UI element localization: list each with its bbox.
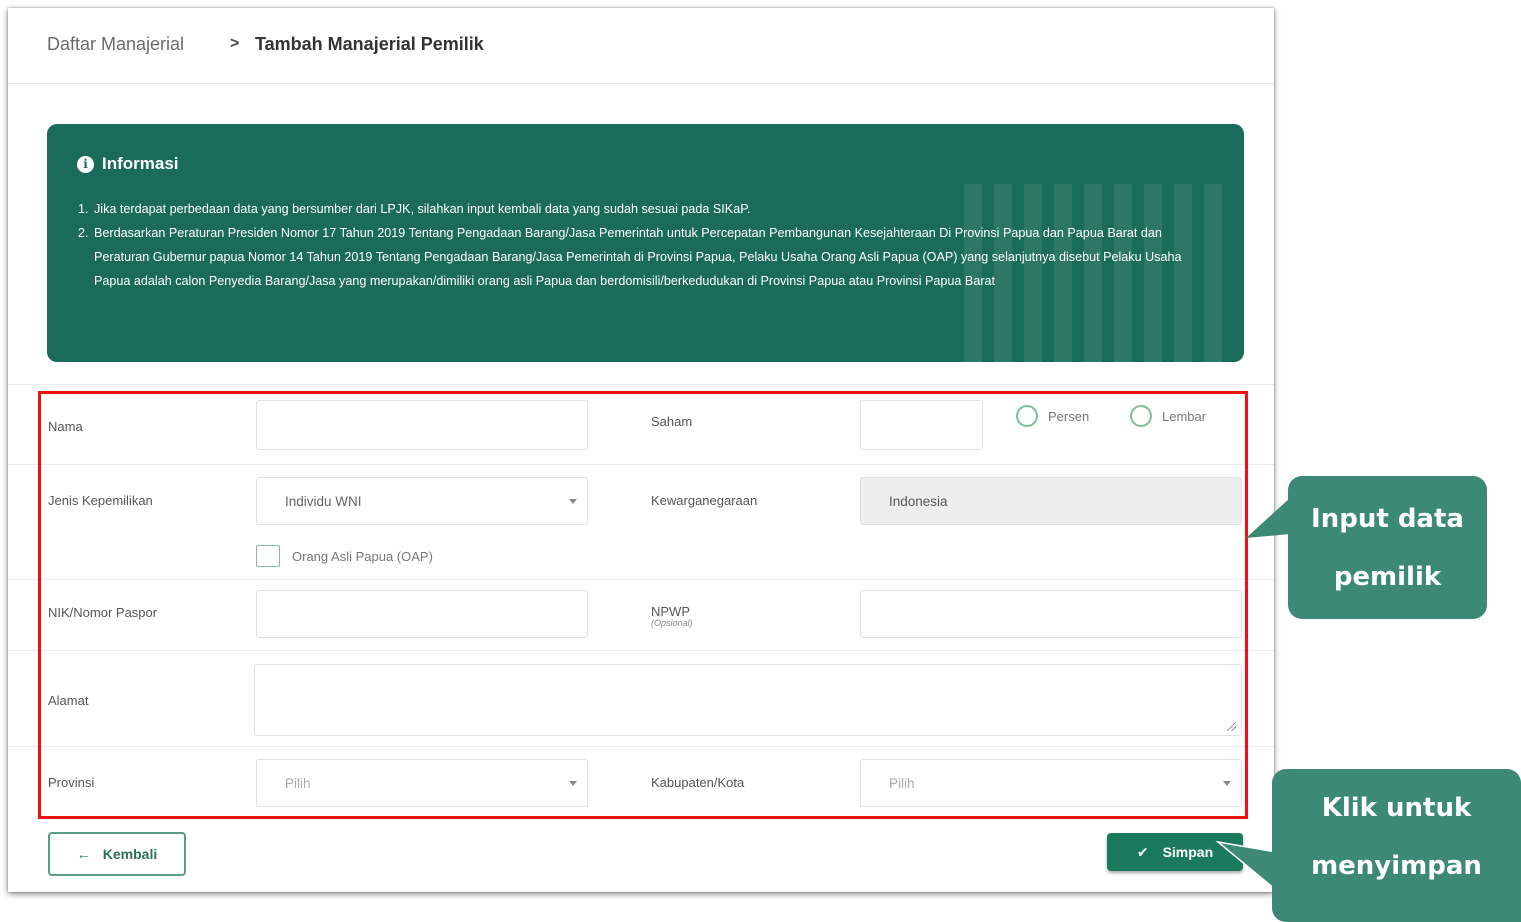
info-item-text: Jika terdapat perbedaan data yang bersum… (94, 202, 751, 216)
callout-save: Klik untuk menyimpan (1272, 769, 1521, 922)
npwp-input[interactable] (860, 590, 1242, 638)
resize-handle-icon[interactable] (1227, 722, 1236, 731)
info-item: 2. Berdasarkan Peraturan Presiden Nomor … (78, 221, 1208, 293)
radio-lembar-label: Lembar (1162, 408, 1207, 424)
chevron-down-icon (1223, 781, 1231, 786)
info-item-number: 1. (78, 202, 89, 216)
radio-persen-circle[interactable] (1016, 405, 1038, 427)
info-item-text: Berdasarkan Peraturan Presiden Nomor 17 … (94, 226, 1182, 288)
check-icon: ✔ (1136, 843, 1149, 860)
oap-checkbox-label: Orang Asli Papua (OAP) (292, 548, 433, 564)
info-item: 1. Jika terdapat perbedaan data yang ber… (78, 197, 1208, 221)
callout-input-data: Input data pemilik (1288, 476, 1487, 619)
alamat-textarea[interactable] (254, 664, 1242, 736)
callout-pointer (1215, 840, 1277, 892)
saham-input[interactable] (860, 400, 983, 450)
provinsi-value: Pilih (285, 775, 311, 791)
info-icon: i (77, 155, 94, 173)
form-row-nama: Nama Saham Persen Lembar (8, 384, 1274, 464)
back-button-label: Kembali (102, 846, 158, 862)
chevron-down-icon (569, 499, 577, 504)
nama-label: Nama (48, 419, 83, 434)
provinsi-label: Provinsi (48, 775, 95, 790)
jenis-kepemilikan-label: Jenis Kepemilikan (48, 493, 153, 508)
nik-input[interactable] (256, 590, 588, 638)
npwp-label: NPWP (651, 604, 690, 619)
alamat-label: Alamat (48, 693, 89, 708)
callout-input-line-2: pemilik (1333, 562, 1442, 592)
jenis-kepemilikan-value: Individu WNI (285, 493, 362, 509)
chevron-down-icon (569, 781, 577, 786)
callout-input-line-1: Input data (1311, 504, 1464, 534)
nama-input[interactable] (256, 400, 588, 450)
info-title: i Informasi (77, 154, 179, 174)
breadcrumb-parent-link[interactable]: Daftar Manajerial (47, 34, 184, 55)
breadcrumb: Daftar Manajerial > Tambah Manajerial Pe… (8, 8, 1274, 84)
form-row-nik: NIK/Nomor Paspor NPWP (Opsional) (8, 579, 1274, 650)
callout-save-line-1: Klik untuk (1321, 793, 1472, 823)
radio-persen-label: Persen (1048, 408, 1090, 424)
info-panel: i Informasi 1. Jika terdapat perbedaan d… (47, 124, 1244, 362)
app-window: Daftar Manajerial > Tambah Manajerial Pe… (8, 8, 1274, 892)
kewarganegaraan-label: Kewarganegaraan (651, 493, 758, 508)
oap-checkbox-box[interactable] (256, 545, 280, 567)
info-title-text: Informasi (102, 154, 179, 173)
callout-pointer (1246, 498, 1290, 538)
breadcrumb-current: Tambah Manajerial Pemilik (255, 34, 484, 54)
npwp-sublabel: (Opsional) (651, 618, 693, 628)
oap-checkbox[interactable]: Orang Asli Papua (OAP) (256, 545, 433, 567)
kabupaten-value: Pilih (889, 775, 915, 791)
radio-lembar-circle[interactable] (1130, 405, 1152, 427)
info-item-number: 2. (78, 226, 89, 240)
form-row-alamat: Alamat (8, 650, 1274, 746)
nik-label: NIK/Nomor Paspor (48, 605, 158, 620)
form-row-jenis: Jenis Kepemilikan Individu WNI Orang Asl… (8, 464, 1274, 579)
callout-save-line-2: menyimpan (1311, 851, 1482, 881)
arrow-left-icon: ← (76, 846, 91, 862)
breadcrumb-separator: > (230, 35, 240, 52)
kabupaten-label: Kabupaten/Kota (651, 775, 745, 790)
back-button[interactable]: ← Kembali (48, 832, 186, 876)
radio-persen[interactable]: Persen (1016, 405, 1089, 427)
radio-lembar[interactable]: Lembar (1130, 405, 1206, 427)
form-row-provinsi: Provinsi Pilih Kabupaten/Kota Pilih (8, 746, 1274, 818)
kabupaten-select[interactable]: Pilih (860, 759, 1242, 807)
kewarganegaraan-input: Indonesia (860, 477, 1242, 525)
save-button-label: Simpan (1162, 844, 1214, 860)
jenis-kepemilikan-select[interactable]: Individu WNI (256, 477, 588, 525)
provinsi-select[interactable]: Pilih (256, 759, 588, 807)
info-list: 1. Jika terdapat perbedaan data yang ber… (78, 197, 1208, 293)
saham-label: Saham (651, 414, 693, 429)
